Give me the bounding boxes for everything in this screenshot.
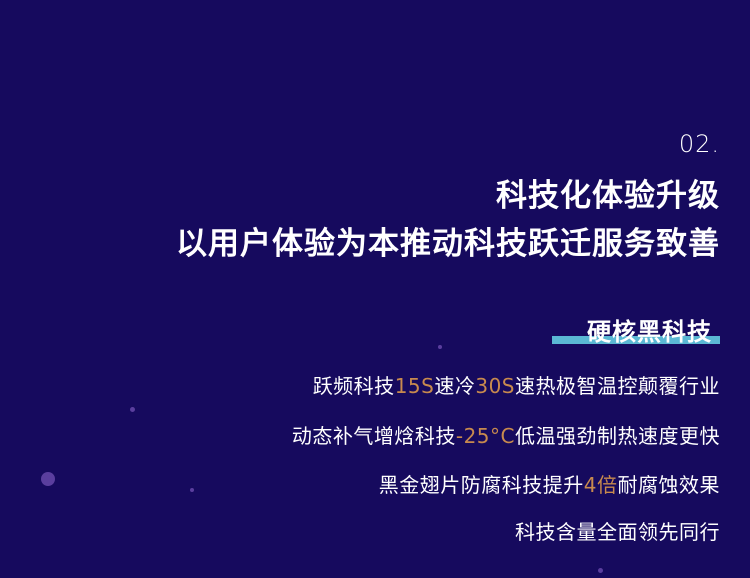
feature-highlight: 15S xyxy=(394,374,435,398)
feature-text: 速冷 xyxy=(434,374,476,398)
feature-line: 动态补气增焓科技-25°C低温强劲制热速度更快 xyxy=(292,420,720,449)
headline-line-2: 以用户体验为本推动科技跃迁服务致善 xyxy=(176,226,720,262)
feature-text: 跃频科技 xyxy=(312,374,395,398)
feature-highlight: 4倍 xyxy=(583,473,618,497)
headline-line-1: 科技化体验升级 xyxy=(496,178,720,214)
feature-highlight: -25°C xyxy=(455,424,515,448)
feature-text: 低温强劲制热速度更快 xyxy=(515,424,720,448)
feature-text: 黑金翅片防腐科技提升 xyxy=(378,473,584,497)
section-number: 02. xyxy=(678,130,720,158)
decor-dot xyxy=(598,568,603,573)
decor-dot xyxy=(190,488,194,492)
feature-highlight: 30S xyxy=(475,374,515,398)
feature-line: 跃频科技15S速冷30S速热极智温控颠覆行业 xyxy=(313,370,720,399)
feature-line: 黑金翅片防腐科技提升4倍耐腐蚀效果 xyxy=(379,469,720,498)
subheading: 硬核黑科技 xyxy=(552,312,720,348)
feature-text: 科技含量全面领先同行 xyxy=(515,520,720,544)
feature-text: 耐腐蚀效果 xyxy=(617,473,720,497)
decor-dot xyxy=(438,345,442,349)
decor-dot xyxy=(130,407,135,412)
feature-line: 科技含量全面领先同行 xyxy=(515,516,720,545)
feature-text: 速热极智温控颠覆行业 xyxy=(515,374,720,398)
subheading-label: 硬核黑科技 xyxy=(587,318,712,346)
feature-text: 动态补气增焓科技 xyxy=(291,424,456,448)
decor-dot xyxy=(41,472,55,486)
